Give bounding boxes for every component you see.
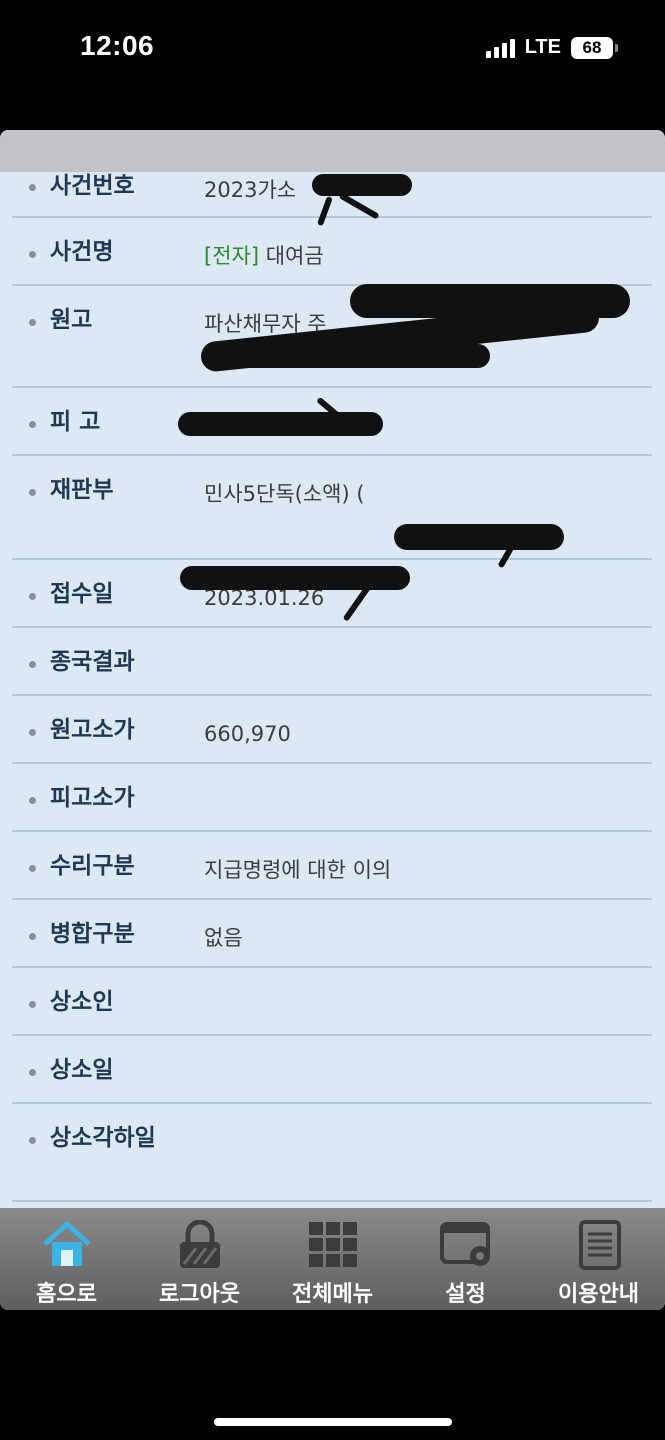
row-appeal-dismissal-date: 상소각하일 bbox=[12, 1104, 652, 1202]
card-header bbox=[0, 130, 665, 172]
bullet-icon bbox=[29, 1137, 36, 1144]
row-value: 660,970 bbox=[204, 722, 291, 746]
bullet-icon bbox=[29, 184, 36, 191]
row-label: 수리구분 bbox=[50, 853, 135, 879]
row-case-name: 사건명 [전자] 대여금 bbox=[12, 218, 652, 286]
electronic-tag: [전자] bbox=[204, 244, 260, 268]
row-label: 병합구분 bbox=[50, 921, 135, 947]
bullet-icon bbox=[29, 661, 36, 668]
row-appeal-date: 상소일 bbox=[12, 1036, 652, 1104]
row-acceptance-type: 수리구분 지급명령에 대한 이의 bbox=[12, 832, 652, 900]
battery-level: 68 bbox=[582, 37, 602, 57]
tab-home[interactable]: 홈으로 bbox=[0, 1208, 133, 1310]
row-defendant-claim: 피고소가 bbox=[12, 764, 652, 832]
bullet-icon bbox=[29, 421, 36, 428]
redaction-mark bbox=[312, 174, 412, 196]
row-label: 피고소가 bbox=[50, 785, 135, 811]
case-detail-card: 사건번호 2023가소 사건명 [전자] 대여금 원고 파산채무자 주 피 고 bbox=[0, 130, 665, 1310]
row-merge-type: 병합구분 없음 bbox=[12, 900, 652, 968]
row-value: 민사5단독(소액) ( bbox=[204, 482, 365, 506]
bottom-tab-bar: 홈으로 로그아웃 전체메뉴 설정 이용안내 bbox=[0, 1208, 665, 1310]
tab-label: 홈으로 bbox=[36, 1282, 97, 1307]
home-icon bbox=[41, 1220, 93, 1270]
row-appellant: 상소인 bbox=[12, 968, 652, 1036]
tab-all-menu[interactable]: 전체메뉴 bbox=[266, 1208, 399, 1310]
settings-gear-icon bbox=[439, 1220, 492, 1270]
tab-label: 설정 bbox=[445, 1282, 486, 1307]
battery-icon: 68 bbox=[571, 36, 618, 59]
bullet-icon bbox=[29, 489, 36, 496]
row-label: 접수일 bbox=[50, 581, 114, 607]
signal-icon bbox=[485, 38, 515, 58]
status-indicators: LTE 68 bbox=[485, 36, 618, 59]
tab-logout[interactable]: 로그아웃 bbox=[133, 1208, 266, 1310]
redaction-mark bbox=[205, 344, 490, 368]
case-name-text: 대여금 bbox=[265, 244, 324, 268]
bullet-icon bbox=[29, 1069, 36, 1076]
row-label: 원고소가 bbox=[50, 717, 135, 743]
row-value: 없음 bbox=[204, 926, 243, 950]
row-label: 사건번호 bbox=[50, 173, 135, 199]
clock: 12:06 bbox=[80, 30, 155, 61]
bullet-icon bbox=[29, 251, 36, 258]
home-indicator[interactable] bbox=[214, 1418, 452, 1426]
network-type: LTE bbox=[524, 36, 561, 58]
row-label: 재판부 bbox=[50, 477, 114, 503]
bullet-icon bbox=[29, 729, 36, 736]
redaction-mark bbox=[394, 524, 564, 550]
row-value: 2023가소 bbox=[204, 178, 297, 202]
row-label: 사건명 bbox=[50, 239, 114, 265]
row-plaintiff-claim: 원고소가 660,970 bbox=[12, 696, 652, 764]
tab-label: 전체메뉴 bbox=[292, 1282, 373, 1307]
tab-label: 이용안내 bbox=[558, 1282, 639, 1307]
row-label: 상소인 bbox=[50, 989, 114, 1015]
row-final-result: 종국결과 bbox=[12, 628, 652, 696]
document-icon bbox=[573, 1220, 625, 1270]
bullet-icon bbox=[29, 1001, 36, 1008]
row-value: [전자] 대여금 bbox=[204, 241, 324, 271]
grid-menu-icon bbox=[307, 1220, 359, 1270]
status-bar: 12:06 LTE 68 bbox=[0, 0, 665, 100]
redaction-mark bbox=[180, 566, 410, 590]
row-label: 상소일 bbox=[50, 1057, 114, 1083]
row-value: 지급명령에 대한 이의 bbox=[204, 858, 392, 882]
row-label: 피 고 bbox=[50, 409, 101, 435]
bullet-icon bbox=[29, 797, 36, 804]
bullet-icon bbox=[29, 593, 36, 600]
bullet-icon bbox=[29, 933, 36, 940]
row-label: 종국결과 bbox=[50, 649, 135, 675]
lock-icon bbox=[174, 1219, 226, 1270]
tab-settings[interactable]: 설정 bbox=[399, 1208, 532, 1310]
row-label: 상소각하일 bbox=[50, 1125, 156, 1151]
tab-guide[interactable]: 이용안내 bbox=[532, 1208, 665, 1310]
bullet-icon bbox=[29, 865, 36, 872]
row-label: 원고 bbox=[50, 307, 93, 333]
bullet-icon bbox=[29, 319, 36, 326]
tab-label: 로그아웃 bbox=[159, 1282, 240, 1307]
